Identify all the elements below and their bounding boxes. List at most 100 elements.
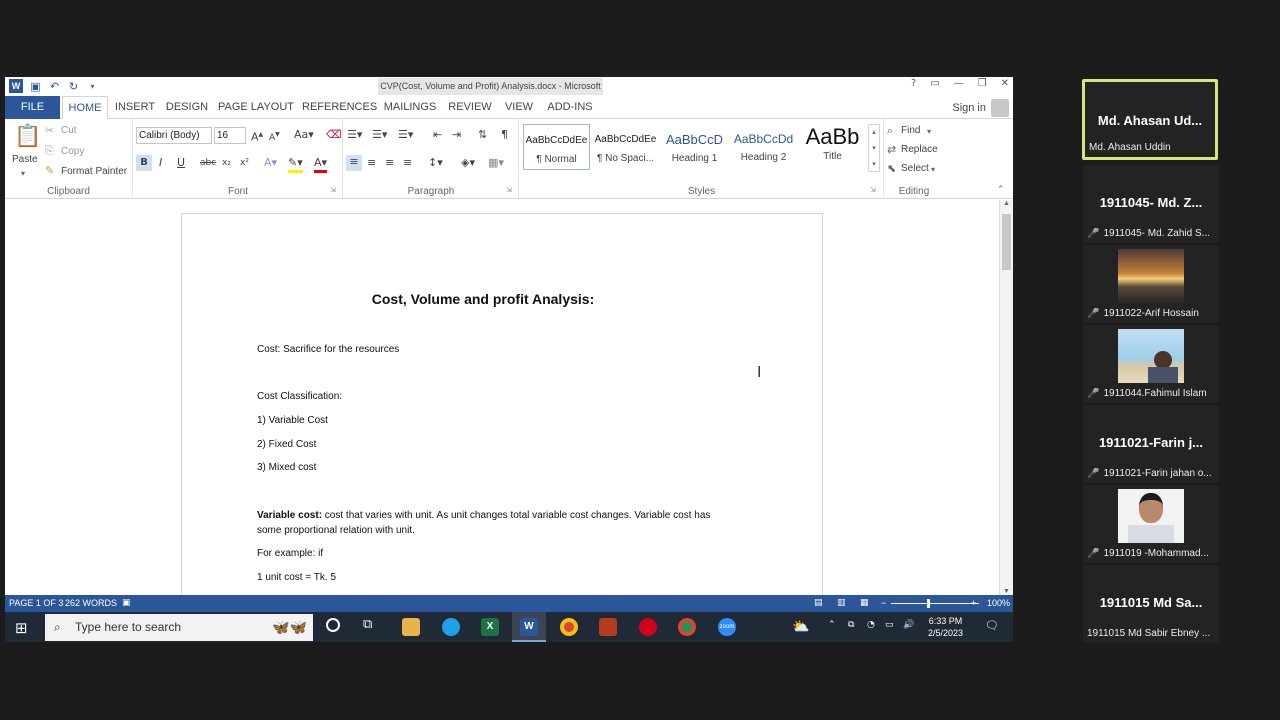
zoom-level[interactable]: 100% bbox=[987, 595, 1010, 612]
edge-icon[interactable] bbox=[442, 618, 460, 636]
tab-mailings[interactable]: MAILINGS bbox=[382, 96, 438, 119]
align-left-icon[interactable]: ≡ bbox=[346, 155, 362, 171]
tab-add-ins[interactable]: ADD-INS bbox=[545, 96, 595, 119]
zoom-icon[interactable]: zoom bbox=[718, 618, 736, 636]
find-button[interactable]: Find bbox=[901, 125, 920, 136]
paste-icon[interactable]: 📋 bbox=[14, 125, 41, 149]
clock[interactable]: 6:33 PM 2/5/2023 bbox=[928, 615, 963, 639]
style-no-spacing[interactable]: AaBbCcDdEe ¶ No Spaci... bbox=[592, 124, 659, 170]
read-mode-icon[interactable]: ▤ bbox=[814, 595, 823, 612]
underline-button[interactable]: U bbox=[177, 156, 185, 170]
sign-in[interactable]: Sign in bbox=[952, 96, 1009, 119]
align-center-icon[interactable]: ≡ bbox=[367, 156, 376, 170]
styles-dialog-launcher-icon[interactable]: ⇲ bbox=[870, 183, 876, 197]
highlight-icon[interactable]: ✎▾ bbox=[288, 156, 303, 173]
vertical-scrollbar[interactable]: ▲ ▼ bbox=[999, 200, 1013, 595]
font-size-combo[interactable]: 16 bbox=[214, 127, 246, 144]
style-heading-1[interactable]: AaBbCcD Heading 1 bbox=[661, 124, 728, 170]
minimize-icon[interactable]: — bbox=[954, 78, 964, 89]
shrink-font-icon[interactable]: A▼ bbox=[269, 128, 280, 145]
find-dropdown-icon[interactable]: ▾ bbox=[927, 125, 931, 139]
proofing-icon[interactable]: ▣ bbox=[122, 595, 131, 612]
style-normal[interactable]: AaBbCcDdEe ¶ Normal bbox=[523, 124, 590, 170]
change-case-icon[interactable]: Aa▾ bbox=[294, 128, 314, 142]
tab-review[interactable]: REVIEW bbox=[446, 96, 494, 119]
tab-home[interactable]: HOME bbox=[62, 96, 108, 119]
chrome-icon[interactable] bbox=[560, 618, 578, 636]
participant-tile[interactable]: 🎤 1911019 -Mohammad... bbox=[1083, 485, 1219, 563]
redo-icon[interactable]: ↻ bbox=[67, 80, 80, 93]
shading-icon[interactable]: ◈▾ bbox=[461, 156, 475, 170]
page-count[interactable]: PAGE 1 OF 3 bbox=[9, 595, 63, 612]
scroll-up-icon[interactable]: ▲ bbox=[1003, 200, 1010, 207]
close-icon[interactable]: ✕ bbox=[1001, 78, 1009, 89]
tab-view[interactable]: VIEW bbox=[501, 96, 537, 119]
cortana-icon[interactable] bbox=[326, 618, 340, 632]
web-layout-icon[interactable]: ▦ bbox=[860, 595, 869, 612]
network-icon[interactable]: ◔ bbox=[867, 620, 875, 630]
volume-icon[interactable]: 🔊 bbox=[903, 620, 914, 630]
sign-in-label[interactable]: Sign in bbox=[952, 102, 986, 114]
copy-button[interactable]: Copy bbox=[61, 146, 84, 157]
word-count[interactable]: 262 WORDS bbox=[65, 595, 117, 612]
notifications-icon[interactable]: 🗨 bbox=[985, 619, 999, 632]
line-spacing-icon[interactable]: ↕▾ bbox=[428, 156, 443, 170]
paste-button[interactable]: Paste bbox=[12, 154, 38, 165]
word-taskbar-button[interactable]: W bbox=[512, 612, 546, 642]
multilevel-list-icon[interactable]: ☰▾ bbox=[398, 128, 413, 142]
participant-tile[interactable]: 🎤 1911022-Arif Hossain bbox=[1083, 245, 1219, 323]
align-right-icon[interactable]: ≡ bbox=[385, 156, 394, 170]
tab-page-layout[interactable]: PAGE LAYOUT bbox=[218, 96, 294, 119]
subscript-button[interactable]: x₂ bbox=[222, 156, 231, 170]
print-layout-icon[interactable]: ▥ bbox=[837, 595, 846, 612]
font-name-combo[interactable]: Calibri (Body) bbox=[136, 127, 212, 144]
task-view-icon[interactable]: ⧉ bbox=[363, 617, 372, 632]
start-icon[interactable]: ⊞ bbox=[15, 619, 28, 637]
format-painter-button[interactable]: Format Painter bbox=[61, 166, 127, 177]
participant-tile[interactable]: Md. Ahasan Ud... Md. Ahasan Uddin bbox=[1082, 79, 1218, 160]
app-icon[interactable] bbox=[599, 618, 617, 636]
select-dropdown-icon[interactable]: ▾ bbox=[931, 163, 935, 177]
participant-tile[interactable]: 1911021-Farin j... 🎤 1911021-Farin jahan … bbox=[1083, 405, 1219, 483]
decrease-indent-icon[interactable]: ⇤ bbox=[433, 128, 442, 142]
save-icon[interactable]: ▣ bbox=[29, 80, 42, 93]
text-effects-icon[interactable]: A▾ bbox=[264, 156, 277, 170]
strikethrough-button[interactable]: abc bbox=[200, 156, 216, 170]
weather-icon[interactable]: ⛅ bbox=[792, 618, 809, 635]
excel-icon[interactable]: X bbox=[481, 618, 499, 636]
justify-icon[interactable]: ≡ bbox=[403, 156, 412, 170]
replace-button[interactable]: Replace bbox=[901, 144, 938, 155]
participant-tile[interactable]: 1911045- Md. Z... 🎤 1911045- Md. Zahid S.… bbox=[1083, 165, 1219, 243]
bullets-icon[interactable]: ☰▾ bbox=[347, 128, 362, 142]
battery-icon[interactable]: ▭ bbox=[885, 620, 894, 630]
select-button[interactable]: Select bbox=[901, 163, 929, 174]
clear-formatting-icon[interactable]: ⌫ bbox=[326, 128, 342, 142]
style-title[interactable]: AaBb Title bbox=[799, 124, 866, 170]
collapse-ribbon-icon[interactable]: ⌃ bbox=[997, 183, 1005, 197]
scroll-thumb[interactable] bbox=[1002, 214, 1011, 270]
tab-references[interactable]: REFERENCES bbox=[302, 96, 377, 119]
scroll-down-icon[interactable]: ▼ bbox=[1003, 588, 1010, 595]
tab-insert[interactable]: INSERT bbox=[113, 96, 157, 119]
opera-icon[interactable] bbox=[639, 618, 657, 636]
document-page[interactable]: Cost, Volume and profit Analysis: Cost: … bbox=[181, 213, 823, 613]
show-marks-icon[interactable]: ¶ bbox=[501, 128, 508, 142]
paragraph-dialog-launcher-icon[interactable]: ⇲ bbox=[506, 183, 512, 197]
borders-icon[interactable]: ▦▾ bbox=[488, 156, 504, 170]
zoom-slider[interactable] bbox=[891, 603, 979, 604]
ribbon-display-icon[interactable]: ▭ bbox=[930, 78, 939, 89]
chrome-icon-2[interactable] bbox=[678, 618, 696, 636]
style-heading-2[interactable]: AaBbCcDd Heading 2 bbox=[730, 124, 797, 170]
tab-design[interactable]: DESIGN bbox=[164, 96, 210, 119]
taskbar-search[interactable]: ⌕ Type here to search 🦋🦋 bbox=[45, 614, 313, 641]
styles-gallery-scroll[interactable]: ▴ ▾ ▾ bbox=[868, 124, 880, 172]
bold-button[interactable]: B bbox=[136, 155, 152, 171]
superscript-button[interactable]: x² bbox=[240, 156, 249, 170]
zoom-out-icon[interactable]: − bbox=[881, 595, 886, 612]
increase-indent-icon[interactable]: ⇥ bbox=[452, 128, 461, 142]
help-icon[interactable]: ? bbox=[911, 78, 916, 89]
document-area[interactable]: Cost, Volume and profit Analysis: Cost: … bbox=[5, 200, 999, 613]
font-dialog-launcher-icon[interactable]: ⇲ bbox=[330, 183, 336, 197]
restore-icon[interactable]: ❐ bbox=[978, 78, 987, 89]
tab-file[interactable]: FILE bbox=[5, 96, 60, 119]
